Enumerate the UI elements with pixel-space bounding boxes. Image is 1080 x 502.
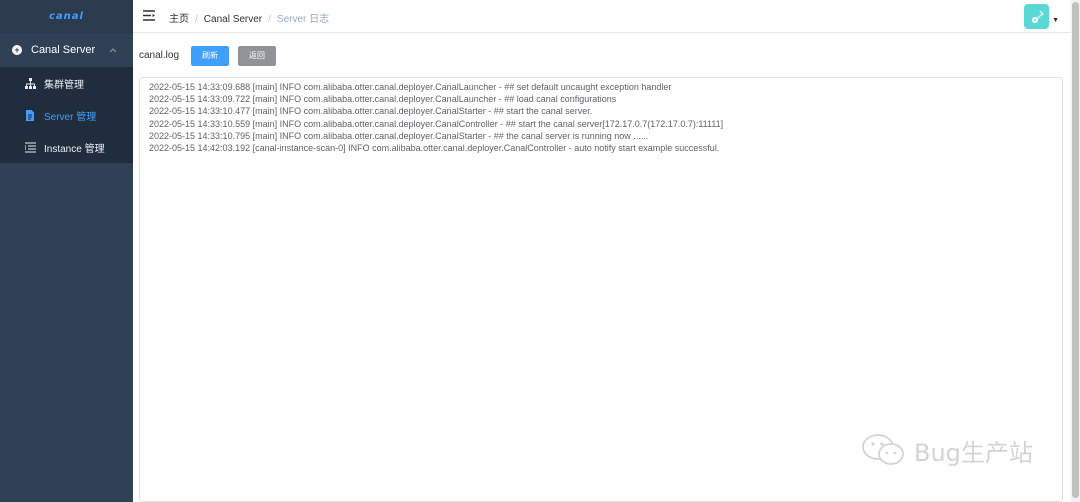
avatar[interactable] [1024,4,1049,29]
log-line: 2022-05-15 14:33:09.722 [main] INFO com.… [149,94,617,105]
log-line: 2022-05-15 14:33:10.477 [main] INFO com.… [149,106,593,117]
scrollbar-thumb[interactable] [1072,2,1079,498]
log-line: 2022-05-15 14:33:10.795 [main] INFO com.… [149,130,649,141]
file-name-label: canal.log [139,50,180,61]
top-header: 主页 / Canal Server / Server 日志 ▼ [133,0,1080,33]
sidebar-item-label: Server 管理 [44,111,97,123]
sidebar-group-canal-server[interactable]: + Canal Server [0,33,133,67]
sidebar: canal + Canal Server 集群管理 Server 管理 Inst… [0,0,133,502]
caret-down-icon[interactable]: ▼ [1052,17,1059,24]
sidebar-item-instance[interactable]: Instance 管理 [0,131,133,163]
document-icon [24,109,36,121]
watermark: Bug生产站 [860,432,1033,468]
log-line: 2022-05-15 14:42:03.192 [canal-instance-… [149,143,720,154]
menu-toggle-icon[interactable] [143,10,155,22]
plus-circle-icon: + [12,45,22,55]
sidebar-submenu: 集群管理 Server 管理 Instance 管理 [0,67,133,163]
back-button[interactable]: 返回 [238,45,277,66]
sidebar-item-cluster[interactable]: 集群管理 [0,67,133,99]
sidebar-group-label: Canal Server [31,44,96,56]
toolbar: canal.log 刷新 返回 [139,45,277,66]
cluster-icon [24,77,36,89]
logo[interactable]: canal [0,0,133,33]
refresh-button[interactable]: 刷新 [191,45,230,66]
breadcrumb-canal-server[interactable]: Canal Server [204,14,262,25]
sidebar-item-server[interactable]: Server 管理 [0,99,133,131]
log-line: 2022-05-15 14:33:09.688 [main] INFO com.… [149,82,672,92]
watermark-text: Bug生产站 [914,438,1033,467]
chevron-up-icon [109,46,121,55]
list-icon [24,141,36,153]
breadcrumb-home[interactable]: 主页 [169,14,189,25]
guitar-icon [1031,10,1044,23]
sidebar-item-label: 集群管理 [44,79,84,91]
log-line: 2022-05-15 14:33:10.559 [main] INFO com.… [149,118,724,129]
breadcrumb-current: Server 日志 [276,14,330,25]
logo-text: canal [49,11,84,22]
breadcrumb-separator: / [195,14,198,25]
wechat-icon [862,434,904,465]
breadcrumb-separator: / [268,14,271,25]
breadcrumb: 主页 / Canal Server / Server 日志 [169,10,329,25]
sidebar-item-label: Instance 管理 [44,143,105,155]
scrollbar[interactable] [1071,0,1080,502]
